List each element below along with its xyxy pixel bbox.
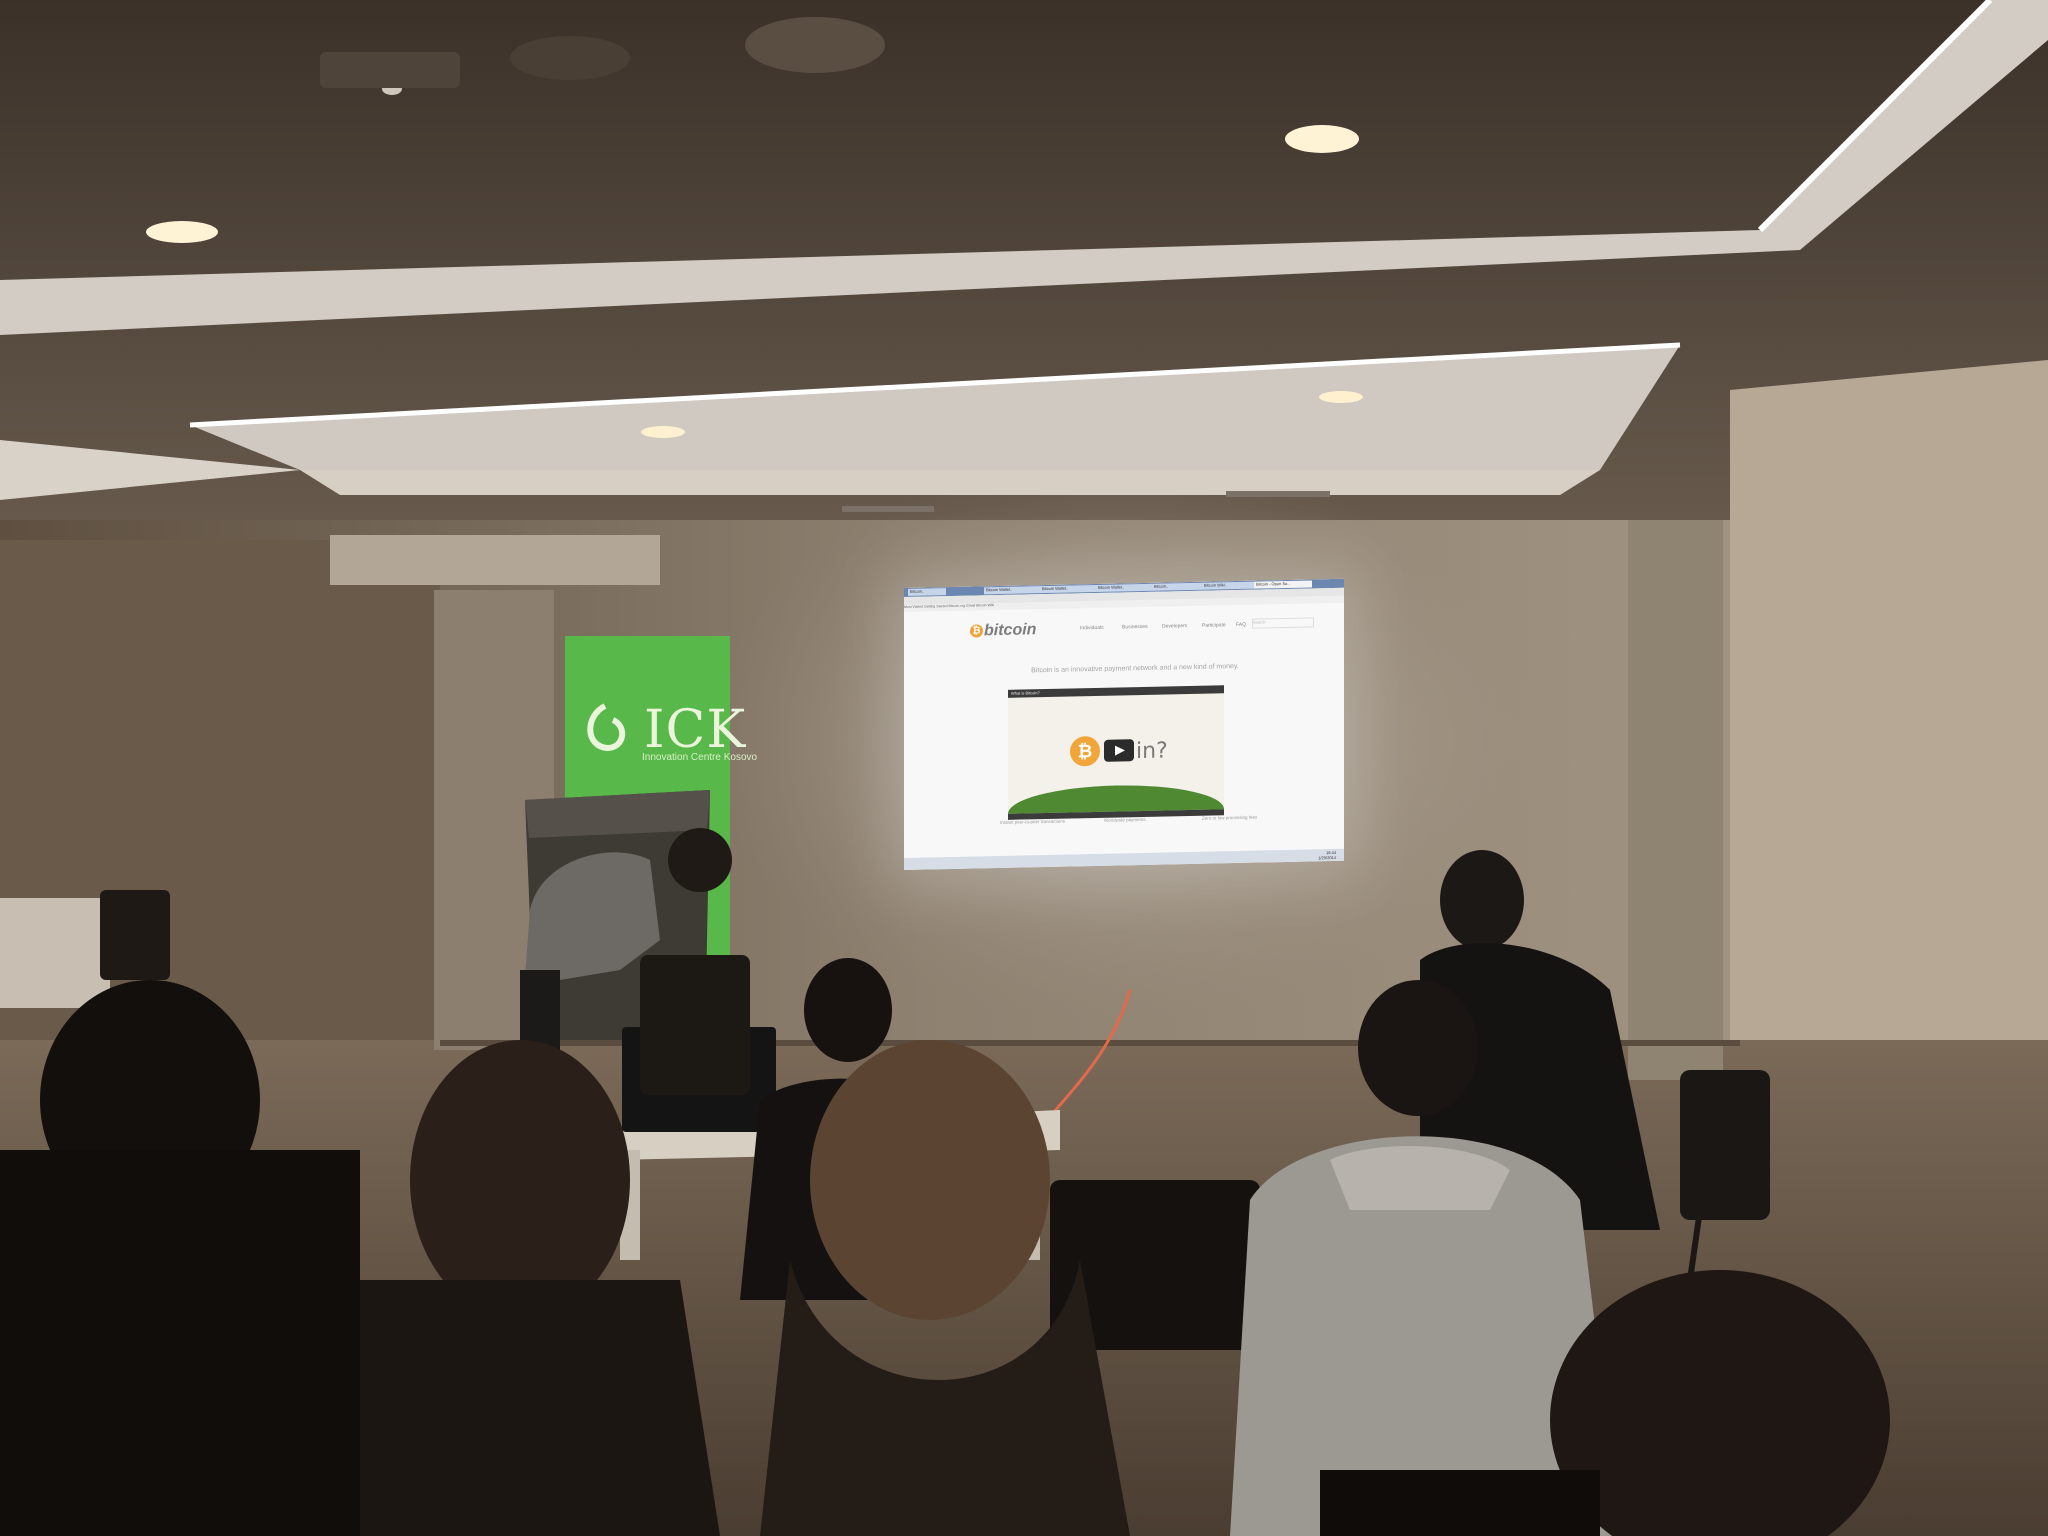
audience: [0, 850, 1890, 1536]
lecture-room-photo: ICK Innovation Centre Kosovo Bitcoin.. B…: [0, 0, 2048, 1536]
